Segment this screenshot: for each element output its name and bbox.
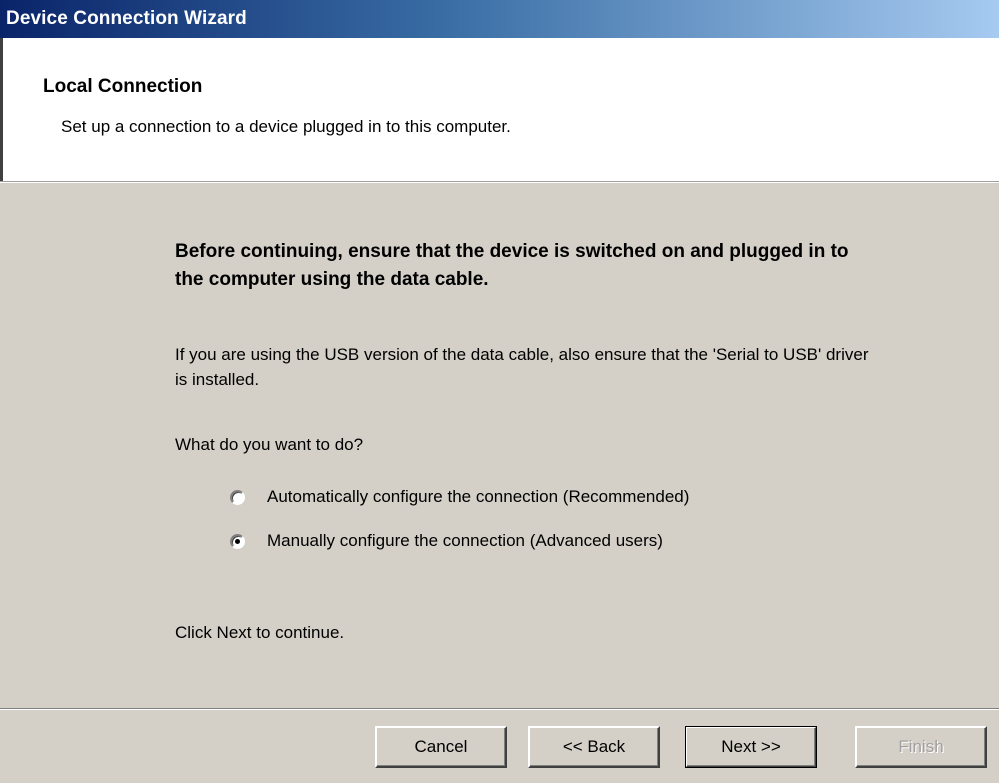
- page-title: Local Connection: [43, 76, 203, 97]
- question-label: What do you want to do?: [175, 435, 364, 454]
- continue-hint: Click Next to continue.: [175, 623, 345, 642]
- next-button[interactable]: Next >>: [685, 726, 817, 768]
- wizard-body: Before continuing, ensure that the devic…: [0, 183, 999, 708]
- title-bar[interactable]: Device Connection Wizard: [0, 0, 999, 38]
- radio-button-automatic[interactable]: [230, 489, 245, 505]
- page-subtitle: Set up a connection to a device plugged …: [61, 117, 511, 136]
- cancel-button[interactable]: Cancel: [375, 726, 507, 768]
- option-automatic[interactable]: Automatically configure the connection (…: [230, 487, 689, 507]
- wizard-header: Local Connection Set up a connection to …: [0, 38, 999, 181]
- option-automatic-label[interactable]: Automatically configure the connection (…: [267, 487, 689, 507]
- back-button[interactable]: << Back: [528, 726, 660, 768]
- radio-button-manual[interactable]: [230, 533, 245, 549]
- finish-button[interactable]: Finish: [855, 726, 987, 768]
- option-manual[interactable]: Manually configure the connection (Advan…: [230, 531, 663, 551]
- window-title: Device Connection Wizard: [6, 8, 247, 29]
- warning-text: Before continuing, ensure that the devic…: [175, 241, 849, 290]
- footer-divider: [0, 708, 999, 710]
- info-text: If you are using the USB version of the …: [175, 345, 869, 389]
- option-manual-label[interactable]: Manually configure the connection (Advan…: [267, 531, 663, 551]
